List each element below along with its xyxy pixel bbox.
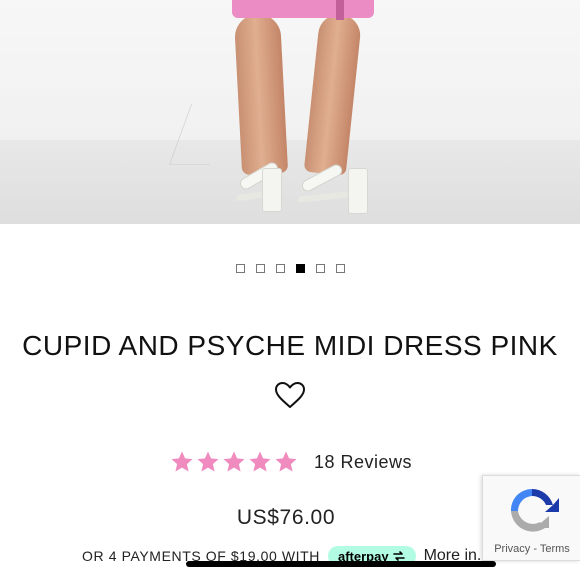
carousel-dot[interactable] bbox=[335, 264, 345, 273]
reviews-link[interactable]: 18 Reviews bbox=[314, 452, 412, 473]
star-icon bbox=[223, 451, 245, 472]
photo-dress-slit bbox=[336, 0, 344, 20]
home-indicator bbox=[186, 561, 496, 567]
photo-floor bbox=[0, 140, 580, 224]
product-title: CUPID AND PSYCHE MIDI DRESS PINK bbox=[22, 330, 558, 361]
carousel-dots bbox=[0, 264, 580, 276]
carousel-dot[interactable] bbox=[315, 264, 325, 273]
carousel-dot[interactable] bbox=[275, 264, 285, 273]
recaptcha-badge[interactable]: Privacy - Terms bbox=[482, 475, 580, 561]
product-rating[interactable]: 18 Reviews bbox=[170, 448, 412, 476]
star-icon bbox=[275, 451, 297, 472]
recaptcha-links[interactable]: Privacy - Terms bbox=[483, 543, 580, 555]
heart-icon bbox=[275, 382, 305, 408]
photo-left-heel bbox=[262, 168, 282, 212]
carousel-dot[interactable] bbox=[235, 264, 245, 273]
carousel-dot-active[interactable] bbox=[295, 264, 305, 273]
recaptcha-icon bbox=[510, 489, 559, 532]
product-page: CUPID AND PSYCHE MIDI DRESS PINK 18 Revi… bbox=[0, 0, 580, 580]
carousel-dot[interactable] bbox=[255, 264, 265, 273]
wishlist-button[interactable] bbox=[273, 380, 307, 410]
photo-dress-hem bbox=[232, 0, 374, 18]
photo-right-heel bbox=[348, 168, 368, 214]
photo-left-leg bbox=[233, 12, 289, 176]
star-icon bbox=[249, 451, 271, 472]
star-icon bbox=[197, 451, 219, 472]
star-icon bbox=[171, 451, 193, 472]
product-image[interactable] bbox=[0, 0, 580, 224]
